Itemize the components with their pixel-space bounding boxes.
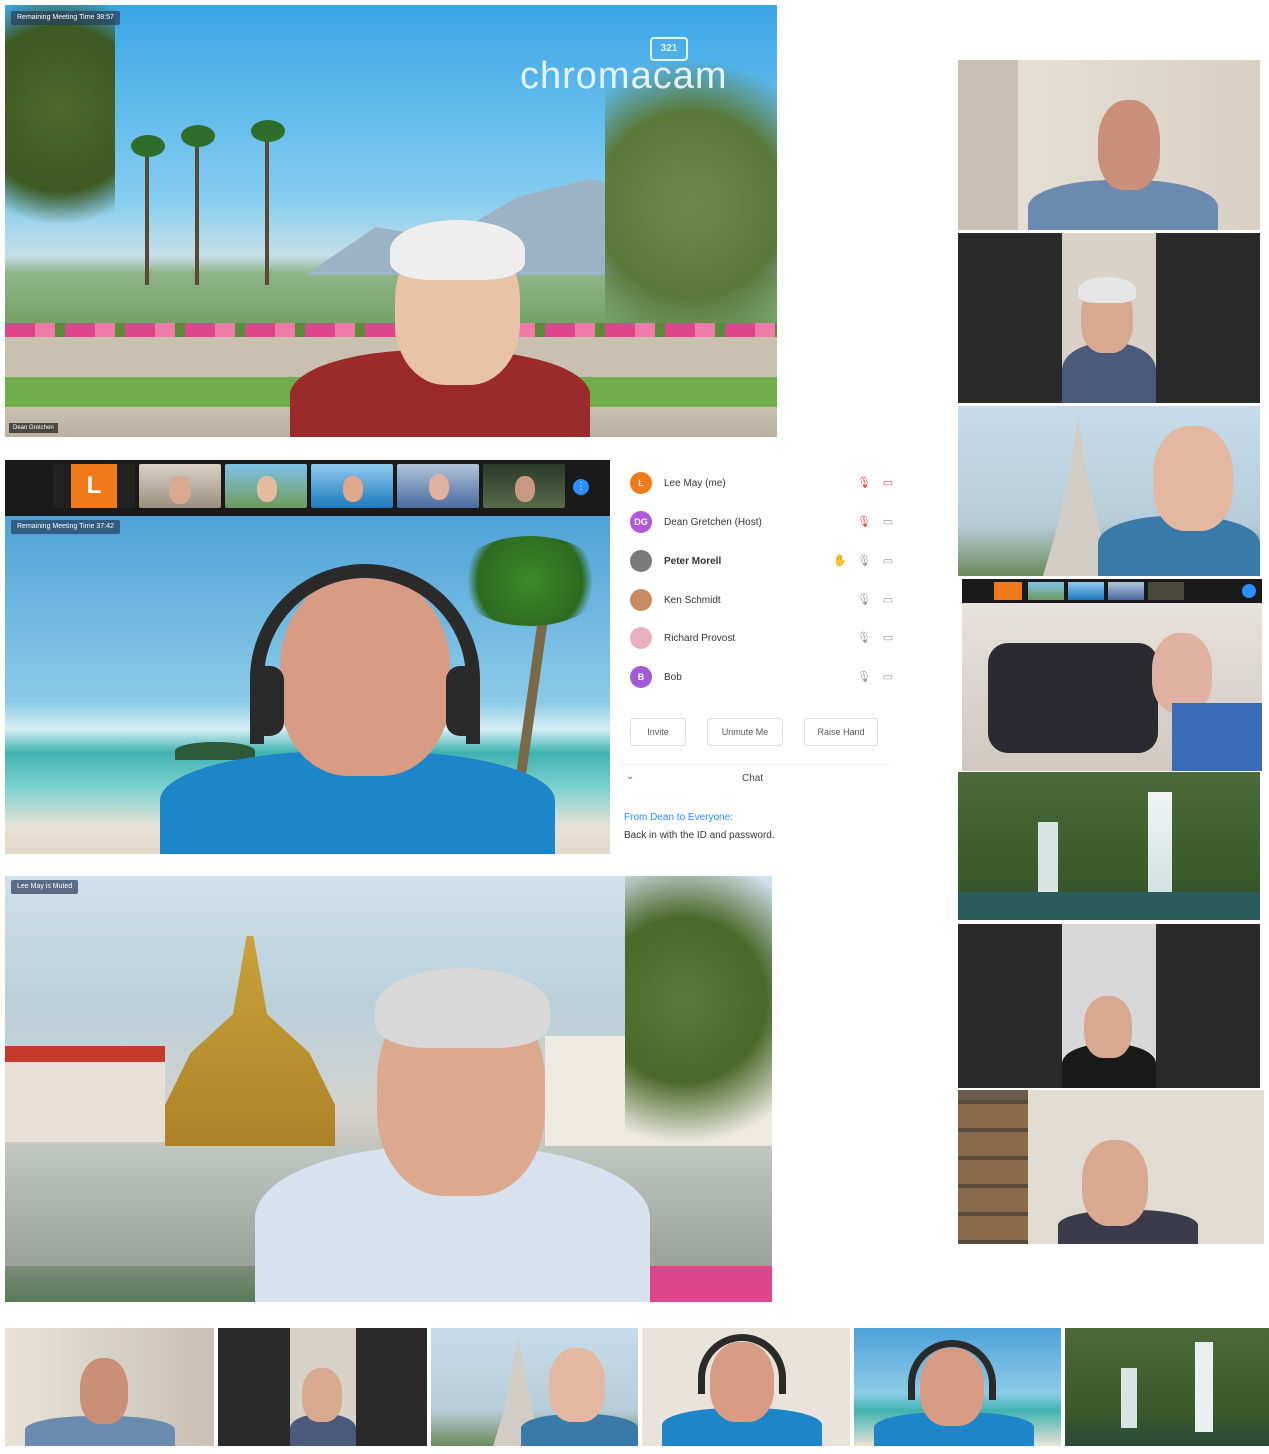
chat-sender: From Dean to Everyone:: [624, 812, 733, 823]
gallery-tile[interactable]: [1065, 1328, 1269, 1446]
participant-avatar: [630, 589, 652, 611]
participant-avatar: L: [630, 472, 652, 494]
video-icon[interactable]: ▭: [881, 515, 895, 529]
person-face: [549, 1348, 605, 1422]
participant-name: Richard Provost: [664, 632, 736, 644]
gallery-tile[interactable]: [5, 1328, 214, 1446]
participant-row[interactable]: L Lee May (me) 🎙 ▭: [630, 468, 895, 498]
bottom-speaker-video: Lee May is Muted: [5, 876, 772, 1302]
participant-row[interactable]: Richard Provost 🎙 ▭: [630, 623, 895, 653]
mic-muted-icon[interactable]: 🎙: [857, 515, 871, 529]
bag: [988, 643, 1158, 753]
mini-thumbstrip: [962, 579, 1262, 603]
strip-info-icon[interactable]: ⋮: [573, 479, 589, 495]
raise-hand-icon: ✋: [833, 555, 847, 567]
gallery-tile[interactable]: [642, 1328, 850, 1446]
chat-title: Chat: [742, 773, 764, 784]
gallery-tile[interactable]: [958, 60, 1260, 230]
video-off-icon[interactable]: ▭: [881, 476, 895, 490]
thumb-participant-3[interactable]: [311, 464, 393, 508]
tree-right: [625, 876, 772, 1186]
flower-bed: [5, 323, 777, 337]
bookshelf: [958, 1100, 1028, 1244]
participant-name: Dean Gretchen (Host): [664, 516, 762, 528]
unmute-me-button[interactable]: Unmute Me: [707, 718, 783, 746]
gallery-tile[interactable]: [854, 1328, 1061, 1446]
thumb-participant-4[interactable]: [397, 464, 479, 508]
gallery-tile[interactable]: [958, 233, 1260, 403]
participant-avatar: B: [630, 666, 652, 688]
muted-badge: Lee May is Muted: [11, 880, 79, 894]
participant-avatar: DG: [630, 511, 652, 533]
participant-row[interactable]: B Bob 🎙 ▭: [630, 662, 895, 692]
raise-hand-button[interactable]: Raise Hand: [804, 718, 878, 746]
gallery-tile[interactable]: [958, 1090, 1264, 1244]
participant-name-label: Dean Gretchen: [9, 423, 58, 433]
person-hair: [375, 968, 550, 1048]
person-face: [1153, 426, 1233, 531]
chromacam-watermark: 321 chromacam: [520, 33, 760, 103]
island: [175, 742, 255, 760]
person-face: [1152, 633, 1212, 713]
chat-message: Back in with the ID and password.: [624, 830, 775, 841]
thumbnail-strip: L ⋮: [5, 460, 610, 516]
person-face: [80, 1358, 128, 1424]
main-speaker-video: Remaining Meeting Time 38:57 321 chromac…: [5, 5, 777, 437]
chevron-down-icon[interactable]: ⌄: [626, 771, 634, 782]
gallery-tile[interactable]: [962, 603, 1262, 771]
participant-name: Peter Morell: [664, 555, 722, 567]
person-hair: [390, 220, 525, 280]
participant-name: Lee May (me): [664, 477, 726, 489]
thumb-participant-5[interactable]: [483, 464, 565, 508]
chromacam-wordmark: chromacam: [520, 55, 728, 97]
gallery-tile[interactable]: [431, 1328, 638, 1446]
participant-avatar: [630, 550, 652, 572]
pink-flowers: [645, 1266, 772, 1302]
headphones: [908, 1340, 996, 1400]
middle-speaker-video: Remaining Meeting Time 37:42: [5, 516, 610, 854]
palm-trees-left: [125, 120, 325, 285]
participant-name: Bob: [664, 671, 682, 683]
video-icon[interactable]: ▭: [881, 593, 895, 607]
meeting-time-badge: Remaining Meeting Time 38:57: [11, 11, 120, 25]
thumb-participant-2[interactable]: [225, 464, 307, 508]
mic-icon[interactable]: 🎙: [857, 670, 871, 684]
thumb-participant-1[interactable]: [139, 464, 221, 508]
gallery-tile[interactable]: [958, 924, 1260, 1088]
person-face: [1098, 100, 1160, 190]
waterfall: [1148, 792, 1172, 902]
tree-left: [5, 5, 115, 265]
person-face: [302, 1368, 342, 1422]
headphones: [698, 1334, 786, 1394]
mic-muted-icon[interactable]: 🎙: [857, 476, 871, 490]
self-avatar: L: [71, 464, 117, 508]
person-face: [1084, 996, 1132, 1058]
invite-button[interactable]: Invite: [630, 718, 686, 746]
video-icon[interactable]: ▭: [881, 670, 895, 684]
participant-name: Ken Schmidt: [664, 594, 721, 606]
participant-row[interactable]: DG Dean Gretchen (Host) 🎙 ▭: [630, 507, 895, 537]
mic-icon[interactable]: 🎙: [857, 593, 871, 607]
participant-avatar: [630, 627, 652, 649]
mic-icon[interactable]: 🎙: [857, 554, 871, 568]
gallery-tile[interactable]: [218, 1328, 427, 1446]
participant-row[interactable]: Peter Morell ✋ 🎙 ▭: [630, 546, 895, 576]
person-face: [1082, 1140, 1148, 1226]
video-icon[interactable]: ▭: [881, 554, 895, 568]
meeting-time-badge: Remaining Meeting Time 37:42: [11, 520, 120, 534]
mic-icon[interactable]: 🎙: [857, 631, 871, 645]
video-icon[interactable]: ▭: [881, 631, 895, 645]
gallery-tile[interactable]: [958, 772, 1260, 920]
strip-info-icon[interactable]: [1242, 584, 1256, 598]
participant-row[interactable]: Ken Schmidt 🎙 ▭: [630, 585, 895, 615]
waterfall: [1195, 1342, 1213, 1432]
chat-header: ⌄ Chat: [620, 764, 890, 793]
red-roof-building: [5, 1046, 165, 1142]
thumb-self[interactable]: L: [53, 464, 135, 508]
gallery-tile[interactable]: [958, 406, 1260, 576]
